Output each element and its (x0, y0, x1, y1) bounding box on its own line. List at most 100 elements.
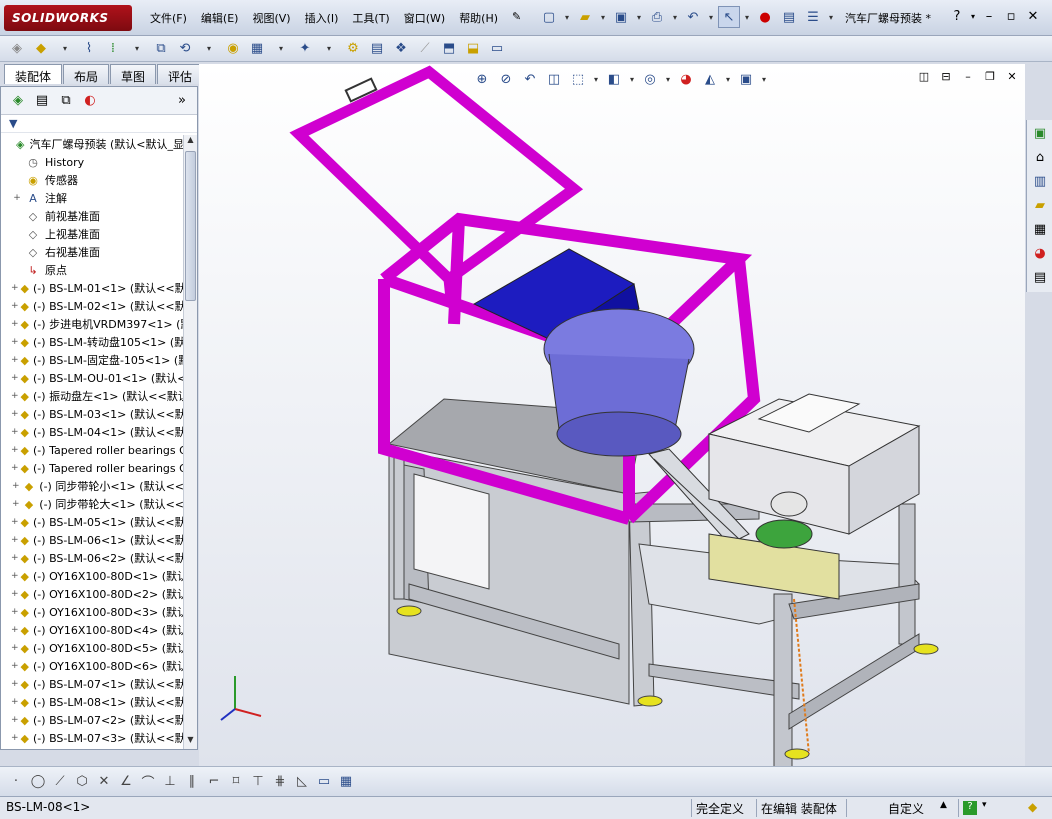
display-style-icon[interactable]: ◧ (603, 68, 625, 90)
file-explorer-icon[interactable]: ▰ (1028, 194, 1052, 216)
section-view-icon[interactable]: ◫ (543, 68, 565, 90)
window-icon[interactable]: ▭ (314, 771, 334, 793)
scroll-thumb[interactable] (185, 151, 196, 301)
expand-icon[interactable]: + (11, 733, 19, 743)
tab-evaluate[interactable]: 评估 (157, 64, 204, 84)
tab-layout[interactable]: 布局 (63, 64, 110, 84)
dimension-icon[interactable]: ⊤ (248, 771, 268, 793)
expand-icon[interactable]: + (11, 391, 19, 401)
tree-item[interactable]: + ◆ (-) BS-LM-06<1> (默认<<默认 (1, 531, 184, 549)
tree-item[interactable]: + ◆ (-) BS-LM-07<1> (默认<<默认 (1, 675, 184, 693)
edit-appearance-icon[interactable]: ◕ (675, 68, 697, 90)
help-icon[interactable]: ? (946, 7, 968, 25)
solidworks-resources-icon[interactable]: ▣ (1028, 122, 1052, 144)
close-icon[interactable]: ✕ (1001, 70, 1023, 83)
chevron-up-icon[interactable]: ▲ (940, 800, 947, 810)
parallel-icon[interactable]: ∥ (182, 771, 202, 793)
new-motion-study-icon[interactable]: ⚙ (342, 38, 364, 60)
expand-icon[interactable]: + (11, 427, 19, 437)
expand-icon[interactable]: + (11, 283, 19, 293)
expand-icon[interactable]: + (11, 697, 19, 707)
zoom-area-icon[interactable]: ⊘ (495, 68, 517, 90)
display-manager-icon[interactable]: ◐ (79, 90, 101, 112)
tree-item[interactable]: + ◆ (-) 同步带轮大<1> (默认<< (1, 495, 184, 513)
tree-item[interactable]: + ◆ (-) BS-LM-06<2> (默认<<默认 (1, 549, 184, 567)
tree-item[interactable]: + ◆ (-) 振动盘左<1> (默认<<默认 (1, 387, 184, 405)
angle-icon[interactable]: ∠ (116, 771, 136, 793)
split-vertical-icon[interactable]: ⊟ (935, 70, 957, 83)
expand-icon[interactable]: + (11, 301, 19, 311)
options-icon[interactable]: ☰ (802, 6, 824, 28)
insert-component-icon[interactable]: ◈ (6, 38, 28, 60)
menu-edit[interactable]: 编辑(E) (201, 10, 239, 26)
expand-icon[interactable]: + (11, 499, 21, 509)
tree-item[interactable]: ◷ History (1, 153, 184, 171)
chevron-down-icon[interactable]: ▾ (627, 68, 637, 90)
tree-item[interactable]: ◇ 上视基准面 (1, 225, 184, 243)
feedback-icon[interactable]: ◆ (1028, 800, 1037, 814)
configuration-manager-icon[interactable]: ⧉ (55, 90, 77, 112)
zoom-fit-icon[interactable]: ⊕ (471, 68, 493, 90)
tree-item[interactable]: + ◆ (-) BS-LM-04<1> (默认<<默认 (1, 423, 184, 441)
expand-icon[interactable]: + (11, 481, 21, 491)
tree-item[interactable]: + ◆ (-) OY16X100-80D<4> (默认 (1, 621, 184, 639)
tree-item[interactable]: + ◆ (-) BS-LM-01<1> (默认<<默认 (1, 279, 184, 297)
expand-panel-icon[interactable]: » (171, 90, 193, 112)
expand-icon[interactable]: + (11, 661, 19, 671)
chevron-down-icon[interactable]: ▾ (723, 68, 733, 90)
chevron-down-icon[interactable]: ▾ (270, 38, 292, 60)
move-component-icon[interactable]: ⟲ (174, 38, 196, 60)
tree-item[interactable]: ◈ 汽车厂螺母预装 (默认<默认_显 (1, 135, 184, 153)
table-icon[interactable]: ▦ (336, 771, 356, 793)
scroll-up-icon[interactable]: ▲ (184, 135, 197, 149)
file-properties-icon[interactable]: ▤ (778, 6, 800, 28)
expand-icon[interactable]: + (11, 355, 19, 365)
split-horizontal-icon[interactable]: ◫ (913, 70, 935, 83)
expand-icon[interactable]: + (11, 715, 19, 725)
scroll-down-icon[interactable]: ▼ (184, 735, 197, 749)
chevron-down-icon[interactable]: ▾ (706, 6, 716, 28)
graphics-area[interactable]: ⊕ ⊘ ↶ ◫ ⬚ ▾ ◧ ▾ ◎ ▾ ◕ ◭ ▾ ▣ ▾ ◫ ⊟ – ❐ ✕ (199, 64, 1025, 775)
exploded-view-icon[interactable]: ❖ (390, 38, 412, 60)
rebuild-icon[interactable]: ● (754, 6, 776, 28)
chevron-down-icon[interactable]: ▾ (54, 38, 76, 60)
apply-scene-icon[interactable]: ◭ (699, 68, 721, 90)
tree-item[interactable]: + ◆ (-) BS-LM-07<3> (默认<<默认 (1, 729, 184, 747)
minimize-icon[interactable]: – (957, 70, 979, 83)
chevron-down-icon[interactable]: ▾ (826, 6, 836, 28)
open-icon[interactable]: ▰ (574, 6, 596, 28)
chevron-down-icon[interactable]: ▾ (126, 38, 148, 60)
close-icon[interactable]: ✕ (1022, 7, 1044, 25)
tree-item[interactable]: + ◆ (-) 同步带轮小<1> (默认<< (1, 477, 184, 495)
design-library-icon[interactable]: ▥ (1028, 170, 1052, 192)
chevron-down-icon[interactable]: ▾ (562, 6, 572, 28)
polygon-icon[interactable]: ⬡ (72, 771, 92, 793)
chevron-down-icon[interactable]: ▾ (634, 6, 644, 28)
tree-item[interactable]: ◇ 前视基准面 (1, 207, 184, 225)
save-icon[interactable]: ▣ (610, 6, 632, 28)
expand-icon[interactable]: + (11, 463, 19, 473)
line-icon[interactable]: ⟋ (50, 771, 70, 793)
units-selector[interactable]: 自定义 (888, 800, 924, 817)
expand-icon[interactable]: + (11, 589, 19, 599)
tree-item[interactable]: + ◆ (-) BS-LM-03<1> (默认<<默认 (1, 405, 184, 423)
menu-view[interactable]: 视图(V) (252, 10, 290, 26)
linear-pattern-icon[interactable]: ⁞ (102, 38, 124, 60)
help-icon[interactable]: ? (963, 801, 977, 815)
new-icon[interactable]: ▢ (538, 6, 560, 28)
expand-icon[interactable]: + (11, 553, 19, 563)
tab-sketch[interactable]: 草图 (110, 64, 157, 84)
custom-properties-icon[interactable]: ▤ (1028, 266, 1052, 288)
select-icon[interactable]: ↖ (718, 6, 740, 28)
tree-item[interactable]: ◇ 右视基准面 (1, 243, 184, 261)
assembly-model[interactable] (199, 64, 1025, 775)
tree-item[interactable]: + ◆ (-) BS-LM-07<2> (默认<<默认 (1, 711, 184, 729)
tree-item[interactable]: + ◆ (-) Tapered roller bearings GB (1, 459, 184, 477)
chevron-down-icon[interactable]: ▾ (318, 38, 340, 60)
tree-scrollbar[interactable]: ▲ ▼ (183, 135, 197, 749)
point-icon[interactable]: · (6, 771, 26, 793)
home-icon[interactable]: ⌂ (1028, 146, 1052, 168)
print-icon[interactable]: ⎙ (646, 6, 668, 28)
instant3d-icon[interactable]: ⬓ (462, 38, 484, 60)
tree-item[interactable]: + ◆ (-) 步进电机VRDM397<1> (默 (1, 315, 184, 333)
